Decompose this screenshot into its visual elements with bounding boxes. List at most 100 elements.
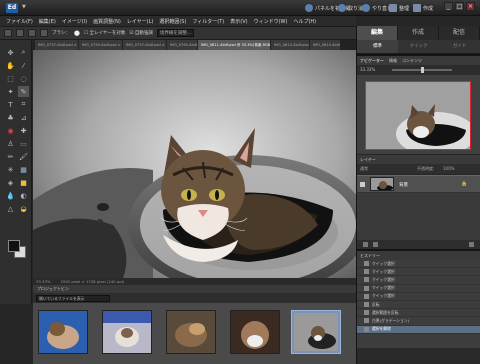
brush-select-icon[interactable] [16, 29, 24, 37]
menu-edit[interactable]: 編集(E) [36, 18, 59, 25]
doc-tab[interactable]: IMG_0737-4b4f.psd × [35, 40, 78, 50]
subtract-selection-icon[interactable] [40, 29, 48, 37]
marquee-tool-icon[interactable]: ⬚ [5, 73, 16, 84]
doc-tab[interactable]: IMG_0757-4b4f.psd × [123, 40, 166, 50]
add-selection-icon[interactable] [28, 29, 36, 37]
menu-filter[interactable]: フィルター(T) [189, 18, 227, 25]
shape-tool-icon[interactable]: ■ [18, 177, 29, 188]
foreground-color-swatch[interactable] [8, 240, 20, 252]
create-button[interactable]: 作成 [413, 3, 433, 13]
subtab-guided[interactable]: ガイド [439, 40, 480, 53]
close-button[interactable]: × [466, 2, 475, 11]
crop-tool-icon[interactable]: ⌗ [18, 99, 29, 110]
brush-tool-icon[interactable]: 🖌 [18, 151, 29, 162]
tab-navigator[interactable]: ナビゲーター [360, 56, 384, 65]
auto-enhance-checkbox[interactable]: ☑ 自動強調 [129, 30, 152, 36]
tab-share[interactable]: 配信 [439, 26, 480, 40]
menu-layer[interactable]: レイヤー(L) [124, 18, 157, 25]
bin-thumbnail-selected[interactable] [291, 310, 341, 354]
tab-info[interactable]: 情報 [389, 56, 397, 65]
pencil-tool-icon[interactable]: ✏ [5, 151, 16, 162]
type-tool-icon[interactable]: T [5, 99, 16, 110]
sharpen-tool-icon[interactable]: △ [5, 203, 16, 214]
red-eye-tool-icon[interactable]: ◉ [5, 125, 16, 136]
adjustment-layer-icon[interactable] [373, 242, 378, 247]
clone-stamp-tool-icon[interactable]: ♙ [5, 138, 16, 149]
edit-subtabs: 標準 クイック ガイド [357, 40, 480, 54]
smart-brush-tool-icon[interactable]: ✳ [5, 164, 16, 175]
brush-size-picker[interactable]: ● [74, 29, 80, 37]
history-item[interactable]: クイック選択 [357, 293, 480, 301]
gradient-tool-icon[interactable]: ▦ [18, 164, 29, 175]
eyedropper-tool-icon[interactable]: ⁄ [18, 60, 29, 71]
eye-icon[interactable] [360, 182, 365, 187]
project-bin-header: プロジェクトビン [33, 285, 356, 293]
sample-all-checkbox[interactable]: ☐ 全レイヤーを対象 [84, 30, 125, 36]
blend-mode-select[interactable]: 通常 [360, 166, 368, 171]
cookie-cutter-tool-icon[interactable]: ♣ [5, 112, 16, 123]
menu-window[interactable]: ウィンドウ(W) [251, 18, 291, 25]
menu-select[interactable]: 選択範囲(S) [156, 18, 189, 25]
image-canvas[interactable] [33, 50, 356, 278]
quick-select-tool-icon[interactable] [4, 29, 12, 37]
menu-enhance[interactable]: 画質調整(N) [90, 18, 124, 25]
subtab-quick[interactable]: クイック [398, 40, 439, 53]
straighten-tool-icon[interactable]: ⊿ [18, 112, 29, 123]
history-item[interactable]: クイック選択 [357, 276, 480, 285]
history-item[interactable]: 選択範囲を反転 [357, 309, 480, 318]
subtab-full[interactable]: 標準 [357, 40, 398, 53]
organize-button[interactable]: 整理 [389, 3, 409, 13]
menu-help[interactable]: ヘルプ(H) [290, 18, 319, 25]
selection-icon [364, 310, 369, 316]
brush-label: ブラシ： [52, 31, 70, 36]
blur-tool-icon[interactable]: 💧 [5, 190, 16, 201]
tab-edit[interactable]: 編集 [357, 26, 398, 40]
menu-file[interactable]: ファイル(F) [3, 18, 36, 25]
doc-tab-active[interactable]: IMG_0811-4b4f.psd @ 33.3%(背景,RGB/8) × [198, 40, 270, 50]
zoom-slider-knob[interactable] [421, 67, 424, 73]
move-tool-icon[interactable]: ✥ [5, 47, 16, 58]
tab-create[interactable]: 作成 [398, 26, 439, 40]
bin-thumbnail[interactable] [102, 310, 152, 354]
deselect-icon [364, 326, 369, 332]
doc-tab[interactable]: IMG_0755-4b4f.psd × [79, 40, 122, 50]
minimize-button[interactable]: _ [444, 2, 453, 11]
history-item[interactable]: クイック選択 [357, 285, 480, 293]
new-layer-icon[interactable] [363, 242, 368, 247]
quick-select-tool-icon[interactable]: ✎ [18, 86, 29, 97]
history-item[interactable]: クイック選択 [357, 260, 480, 269]
hand-tool-icon[interactable]: ✋ [5, 60, 16, 71]
history-item-active[interactable]: 選択を解除 [357, 325, 480, 334]
bin-thumbnail[interactable] [38, 310, 88, 354]
maximize-button[interactable]: □ [455, 2, 464, 11]
doc-tab[interactable]: IMG_0814-4b4f.psd × [310, 40, 340, 50]
navigator-view-frame[interactable] [365, 81, 471, 150]
lasso-tool-icon[interactable]: ◌ [18, 73, 29, 84]
history-item[interactable]: クイック選択 [357, 268, 480, 277]
doc-tab[interactable]: IMG_0813-4b4f.psd × [271, 40, 309, 50]
paint-bucket-tool-icon[interactable]: ◈ [5, 177, 16, 188]
healing-brush-tool-icon[interactable]: ✚ [18, 125, 29, 136]
sponge-tool-icon[interactable]: ◐ [18, 190, 29, 201]
menu-image[interactable]: イメージ(I) [59, 18, 90, 25]
bin-thumbnail[interactable] [166, 310, 216, 354]
layer-thumbnail-image [371, 178, 393, 190]
workspace-dropdown[interactable]: ▼ [22, 4, 26, 10]
redo-button[interactable]: やり直し [362, 3, 392, 13]
dodge-tool-icon[interactable]: ◒ [18, 203, 29, 214]
refine-edge-button[interactable]: 境界線を調整... [156, 29, 195, 37]
menu-view[interactable]: 表示(V) [227, 18, 250, 25]
doc-tab[interactable]: IMG_0765-4b4f.psd × [167, 40, 197, 50]
bin-filter-select[interactable]: 開いているファイルを表示 [36, 295, 110, 302]
magic-wand-tool-icon[interactable]: ✦ [5, 86, 16, 97]
history-item[interactable]: 白黒(グラデーション) [357, 317, 480, 326]
trash-icon[interactable] [469, 242, 474, 247]
gradient-icon [364, 318, 369, 324]
bin-thumbnail[interactable] [230, 310, 280, 354]
history-item[interactable]: 反転 [357, 301, 480, 310]
tab-content[interactable]: コンテンツ [402, 56, 422, 65]
eraser-tool-icon[interactable]: ▭ [18, 138, 29, 149]
zoom-tool-icon[interactable]: ⌕ [18, 47, 29, 58]
opacity-field[interactable]: 100% [443, 164, 454, 174]
invert-icon [364, 302, 369, 308]
